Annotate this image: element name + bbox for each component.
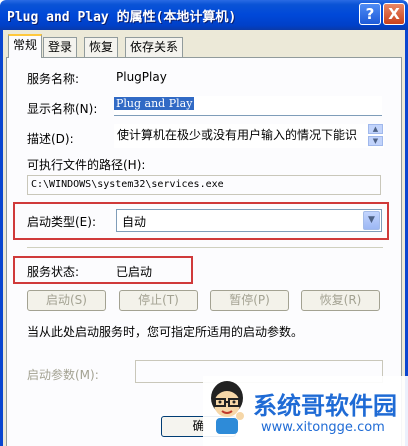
start-params-label: 启动参数(M): [27,368,99,382]
display-name-label: 显示名称(N): [27,102,98,116]
help-button[interactable]: ? [359,3,381,25]
service-name-value: PlugPlay [116,70,167,84]
startup-type-label: 启动类型(E): [27,215,96,229]
hint-text: 当从此处启动服务时，您可指定所适用的启动参数。 [27,325,304,339]
description-value: 使计算机在极少或没有用户输入的情况下能识 [117,128,358,142]
chevron-down-icon[interactable]: ▼ [363,211,380,230]
tab-general[interactable]: 常规 [8,34,43,58]
description-field[interactable]: 使计算机在极少或没有用户输入的情况下能识 [114,124,384,148]
scroll-down-icon[interactable]: ▼ [368,136,383,146]
startup-type-value: 自动 [122,215,147,229]
watermark-title: 系统哥软件园 [253,392,397,420]
tab-login[interactable]: 登录 [43,37,78,57]
service-status-value: 已启动 [116,265,153,279]
exe-path-value: C:\WINDOWS\system32\services.exe [31,179,224,190]
stop-button[interactable]: 停止(T) [119,290,198,311]
service-name-label: 服务名称: [27,72,80,86]
tab-recovery[interactable]: 恢复 [84,37,119,57]
service-status-label: 服务状态: [27,265,80,279]
display-name-value: Plug and Play [114,97,195,110]
close-button[interactable]: X [383,3,405,25]
divider [27,247,383,248]
watermark-url: www.xitongge.com [261,420,385,435]
pause-button[interactable]: 暂停(P) [210,290,289,311]
tab-dependencies[interactable]: 依存关系 [125,37,184,57]
start-button[interactable]: 启动(S) [27,290,106,311]
exe-path-field: C:\WINDOWS\system32\services.exe [27,175,381,195]
window-title: Plug and Play 的属性(本地计算机) [7,10,237,25]
display-name-field[interactable]: Plug and Play [114,96,382,116]
resume-button[interactable]: 恢复(R) [301,290,380,311]
mascot-icon [211,381,244,434]
title-bar[interactable]: Plug and Play 的属性(本地计算机) ? X [0,0,408,30]
scroll-up-icon[interactable]: ▲ [368,124,383,134]
watermark: 系统哥软件园 www.xitongge.com [203,376,408,446]
description-label: 描述(D): [27,132,74,146]
exe-path-label: 可执行文件的路径(H): [27,158,146,172]
startup-type-select[interactable]: 自动 ▼ [116,209,382,232]
